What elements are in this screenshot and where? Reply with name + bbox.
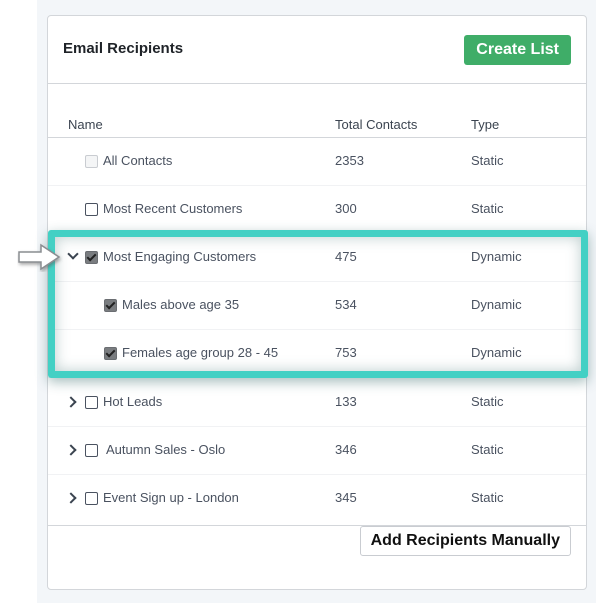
add-recipients-manually-button[interactable]: Add Recipients Manually: [359, 526, 571, 556]
table-row: Females age group 28 - 45 753 Dynamic: [48, 330, 586, 378]
row-checkbox[interactable]: [85, 203, 98, 216]
row-name: Most Engaging Customers: [103, 249, 257, 264]
row-type: Static: [471, 490, 504, 505]
table-header: Name Total Contacts Type: [48, 83, 586, 138]
row-total-contacts: 475: [335, 249, 357, 264]
table-row: All Contacts 2353 Static: [48, 138, 586, 186]
row-checkbox[interactable]: [104, 347, 117, 360]
table-row: Most Engaging Customers 475 Dynamic: [48, 234, 586, 282]
row-checkbox[interactable]: [85, 492, 98, 505]
row-type: Static: [471, 394, 504, 409]
row-name: Females age group 28 - 45: [122, 345, 279, 360]
row-checkbox[interactable]: [85, 396, 98, 409]
row-name: All Contacts: [103, 153, 173, 168]
row-type: Dynamic: [471, 249, 522, 264]
row-name: Most Recent Customers: [103, 201, 243, 216]
row-type: Dynamic: [471, 345, 522, 360]
row-total-contacts: 300: [335, 201, 357, 216]
row-total-contacts: 345: [335, 490, 357, 505]
row-total-contacts: 534: [335, 297, 357, 312]
row-checkbox[interactable]: [85, 444, 98, 457]
row-checkbox[interactable]: [104, 299, 117, 312]
row-type: Static: [471, 201, 504, 216]
create-list-button[interactable]: Create List: [464, 35, 571, 65]
table-row: Males above age 35 534 Dynamic: [48, 282, 586, 330]
pointer-arrow-icon: [18, 243, 61, 271]
column-header-name[interactable]: Name: [68, 117, 103, 132]
row-total-contacts: 753: [335, 345, 357, 360]
row-total-contacts: 133: [335, 394, 357, 409]
row-type: Dynamic: [471, 297, 522, 312]
table-row: Autumn Sales - Oslo 346 Static: [48, 427, 586, 475]
table-row: Event Sign up - London 345 Static: [48, 475, 586, 523]
card-title: Email Recipients: [63, 40, 184, 57]
row-name: Males above age 35: [122, 297, 240, 312]
row-name: Event Sign up - London: [103, 490, 239, 505]
table-row: Hot Leads 133 Static: [48, 379, 586, 427]
row-name: Autumn Sales - Oslo: [106, 442, 226, 457]
table-row: Most Recent Customers 300 Static: [48, 186, 586, 234]
email-recipients-card: Email Recipients Create List Name Total …: [47, 15, 587, 590]
row-type: Static: [471, 442, 504, 457]
row-name: Hot Leads: [103, 394, 163, 409]
row-checkbox[interactable]: [85, 251, 98, 264]
row-checkbox: [85, 155, 98, 168]
column-header-total-contacts[interactable]: Total Contacts: [335, 117, 417, 132]
column-header-type[interactable]: Type: [471, 117, 499, 132]
row-total-contacts: 346: [335, 442, 357, 457]
row-total-contacts: 2353: [335, 153, 364, 168]
row-type: Static: [471, 153, 504, 168]
card-header: Email Recipients Create List: [48, 16, 586, 84]
